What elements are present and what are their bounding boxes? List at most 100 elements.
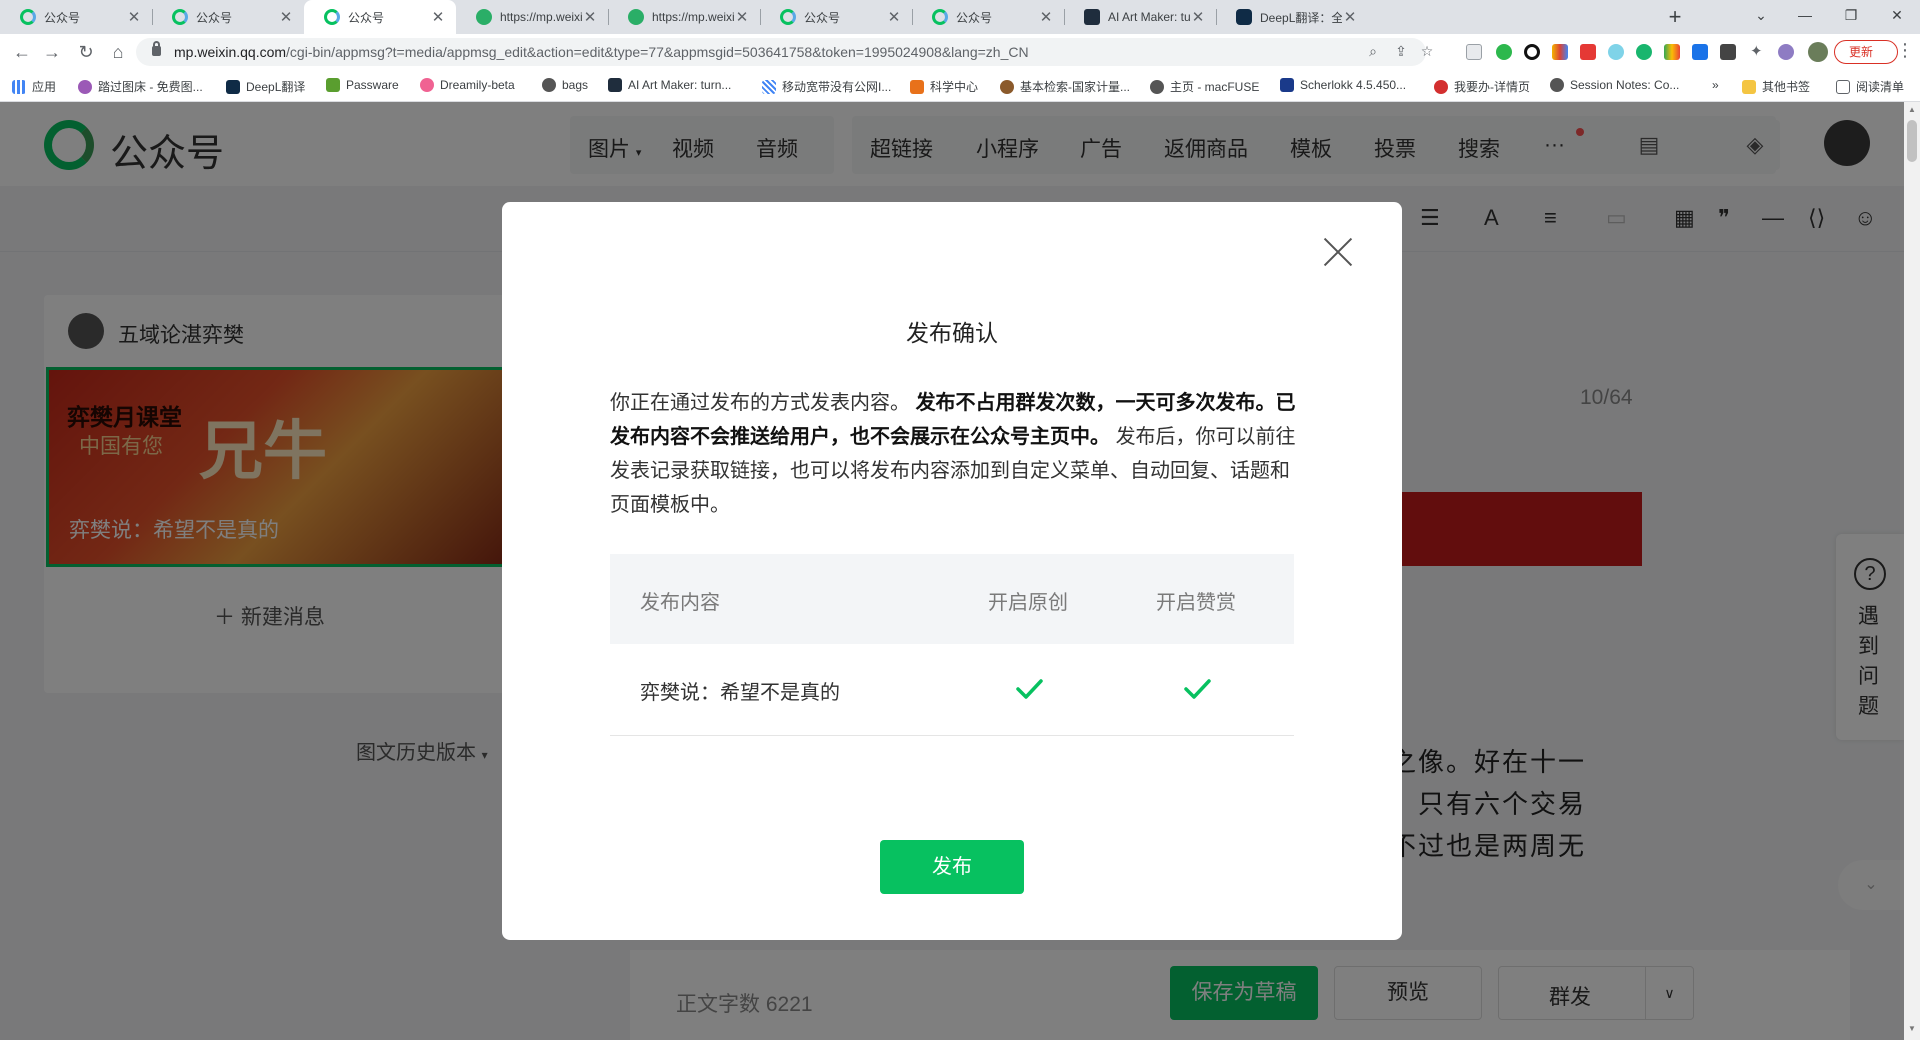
deepl-icon: [226, 79, 240, 94]
evernote-icon[interactable]: [1496, 44, 1512, 60]
reading-list[interactable]: 阅读清单: [1836, 78, 1904, 95]
browser-tab[interactable]: DeepL翻译：全世界最 ✕: [1216, 0, 1368, 34]
bookmark-item[interactable]: Dreamily-beta: [420, 78, 515, 92]
bookmark-item[interactable]: 移动宽带没有公网I...: [762, 78, 891, 95]
tab-close-icon[interactable]: ✕: [430, 8, 446, 26]
home-icon[interactable]: ⌂: [106, 40, 130, 64]
browser-tab[interactable]: https://mp.weixin.qq ✕: [608, 0, 760, 34]
bookmark-favicon-icon: [762, 79, 776, 94]
color-extension-icon[interactable]: [1552, 44, 1568, 60]
bookmark-favicon-icon: [326, 78, 340, 92]
tab-close-icon[interactable]: ✕: [278, 8, 294, 26]
reload-icon[interactable]: ↻: [74, 40, 98, 64]
dialog-description: 你正在通过发布的方式发表内容。 发布不占用群发次数，一天可多次发布。已发布内容不…: [610, 392, 1296, 516]
bookmark-item[interactable]: Passware: [326, 78, 399, 92]
page-scrollbar[interactable]: ▲ ▼: [1904, 102, 1920, 1040]
tab-close-icon[interactable]: ✕: [126, 8, 142, 26]
bookmark-item[interactable]: AI Art Maker: turn...: [608, 78, 731, 92]
tab-close-icon[interactable]: ✕: [1190, 8, 1206, 26]
bookmark-item[interactable]: Session Notes: Co...: [1550, 78, 1679, 92]
tab-close-icon[interactable]: ✕: [886, 8, 902, 26]
publish-table: 发布内容 开启原创 开启赞赏 弈樊说：希望不是真的: [610, 554, 1294, 736]
profile-avatar[interactable]: [1808, 42, 1828, 62]
grammarly-icon[interactable]: [1636, 44, 1652, 60]
bookmark-favicon-icon: [1280, 78, 1294, 92]
globe-icon: [542, 78, 556, 92]
bookmark-item[interactable]: 应用: [12, 78, 56, 95]
globe-icon: [1550, 78, 1564, 92]
profile-extension-icon[interactable]: [1778, 44, 1794, 60]
header-content: 发布内容: [640, 592, 720, 614]
browser-tab-bar: 公众号 ✕ 公众号 ✕ 公众号 ✕ https://mp.weixin.qq ✕…: [0, 0, 1920, 34]
bookmark-star-icon[interactable]: ☆: [1418, 43, 1436, 61]
forward-icon[interactable]: →: [40, 40, 64, 64]
video-extension-icon[interactable]: [1580, 44, 1596, 60]
globe-icon: [1150, 79, 1164, 94]
publish-button[interactable]: 发布: [880, 840, 1024, 894]
bookmark-item[interactable]: 科学中心: [910, 78, 978, 95]
article-title-cell: 弈樊说：希望不是真的: [640, 682, 840, 704]
bookmark-item[interactable]: Scherlokk 4.5.450...: [1280, 78, 1406, 92]
more-menu-icon[interactable]: ⋮: [1896, 40, 1914, 61]
bookmark-item[interactable]: 踏过图床 - 免费图...: [78, 78, 203, 95]
bookmark-favicon-icon: [420, 78, 434, 92]
bookmark-folder[interactable]: 其他书签: [1742, 78, 1810, 95]
bookmark-item[interactable]: 我要办-详情页: [1434, 78, 1530, 95]
tab-close-icon[interactable]: ✕: [582, 8, 598, 26]
restore-icon[interactable]: ❐: [1828, 0, 1874, 32]
wechat-mp-icon: [324, 9, 340, 25]
bookmark-favicon-icon: [910, 79, 924, 94]
wechat-icon: [476, 9, 492, 25]
bookmark-item[interactable]: DeepL翻译: [226, 78, 305, 95]
apps-grid-icon: [12, 79, 26, 94]
browser-tab[interactable]: 公众号 ✕: [760, 0, 912, 34]
wechat-mp-icon: [780, 9, 796, 25]
new-tab-button[interactable]: +: [1662, 4, 1688, 30]
address-bar[interactable]: mp.weixin.qq.com/cgi-bin/appmsg?t=media/…: [136, 38, 1433, 66]
deepl-icon: [1236, 9, 1252, 25]
folder-icon: [1742, 79, 1756, 94]
scrollbar-thumb[interactable]: [1907, 120, 1917, 162]
window-close-icon[interactable]: ✕: [1874, 0, 1920, 32]
browser-tab[interactable]: https://mp.weixin.qq ✕: [456, 0, 608, 34]
multicolor-extension-icon[interactable]: [1664, 44, 1680, 60]
wechat-mp-icon: [20, 9, 36, 25]
browser-tab[interactable]: 公众号 ✕: [152, 0, 304, 34]
table-row: 弈樊说：希望不是真的: [610, 644, 1294, 736]
browser-tab-active[interactable]: 公众号 ✕: [304, 0, 456, 34]
wechat-mp-icon: [172, 9, 188, 25]
reward-check-icon: [1184, 679, 1211, 699]
share-icon[interactable]: ⇪: [1392, 43, 1410, 61]
url-text[interactable]: mp.weixin.qq.com/cgi-bin/appmsg?t=media/…: [174, 44, 1029, 60]
update-button[interactable]: 更新: [1834, 40, 1898, 64]
zoom-icon[interactable]: ⌕: [1364, 43, 1382, 61]
ai-art-icon: [1084, 9, 1100, 25]
react-extension-icon[interactable]: [1608, 44, 1624, 60]
extensions-puzzle-icon[interactable]: ✦: [1750, 44, 1766, 60]
browser-tab[interactable]: 公众号 ✕: [912, 0, 1064, 34]
bookmark-item[interactable]: 基本检索-国家计量...: [1000, 78, 1130, 95]
back-icon[interactable]: ←: [10, 40, 34, 64]
browser-tab[interactable]: AI Art Maker: turn te ✕: [1064, 0, 1216, 34]
reader-icon[interactable]: [1466, 44, 1482, 60]
tab-close-icon[interactable]: ✕: [1342, 8, 1358, 26]
tab-close-icon[interactable]: ✕: [734, 8, 750, 26]
dialog-title: 发布确认: [906, 320, 998, 346]
circle-extension-icon[interactable]: [1524, 44, 1540, 60]
scroll-up-icon[interactable]: ▲: [1907, 105, 1917, 115]
close-icon[interactable]: [1322, 236, 1354, 268]
lock-icon: [152, 41, 161, 56]
bookmark-item[interactable]: 主页 - macFUSE: [1150, 78, 1259, 95]
scroll-down-icon[interactable]: ▼: [1907, 1024, 1917, 1034]
bookmark-item[interactable]: bags: [542, 78, 588, 92]
minimize-icon[interactable]: —: [1782, 0, 1828, 32]
tab-close-icon[interactable]: ✕: [1038, 8, 1054, 26]
browser-tab[interactable]: 公众号 ✕: [0, 0, 152, 34]
header-reward: 开启赞赏: [1156, 592, 1236, 614]
tab-search-icon[interactable]: ⌄: [1738, 0, 1784, 32]
bookmarks-overflow[interactable]: »: [1712, 78, 1719, 92]
news-extension-icon[interactable]: [1720, 44, 1736, 60]
bookmark-favicon-icon: [1000, 79, 1014, 94]
browser-toolbar: ← → ↻ ⌂ mp.weixin.qq.com/cgi-bin/appmsg?…: [0, 34, 1920, 70]
download-extension-icon[interactable]: [1692, 44, 1708, 60]
